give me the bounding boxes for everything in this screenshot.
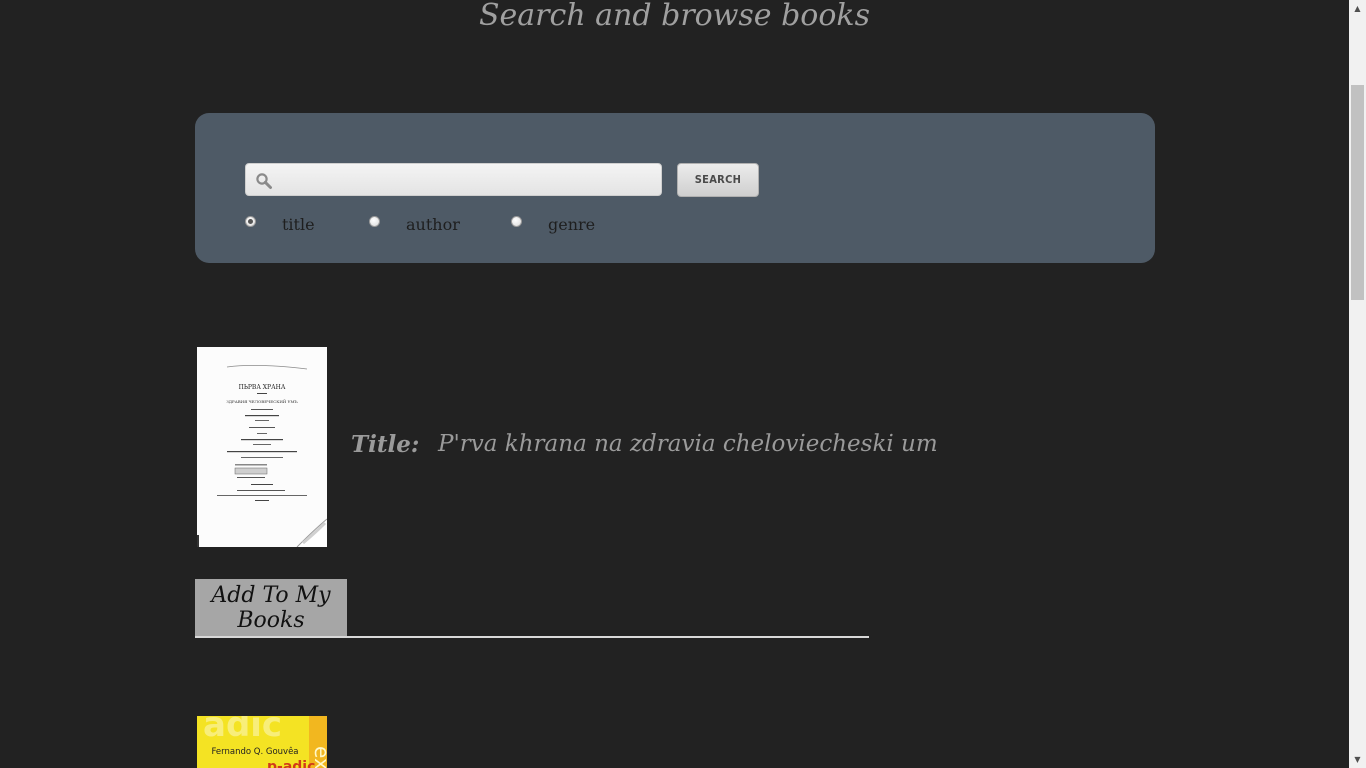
add-to-my-books-button[interactable]: Add To My Books xyxy=(195,579,347,636)
search-icon xyxy=(256,173,272,189)
title-label: Title: xyxy=(351,431,420,458)
cover-author: Fernando Q. Gouvêa xyxy=(211,746,298,757)
book-cover[interactable]: ПЬРВА ХРАНА ЗДРАВИЯ ЧЕЛОВЕЧЕСКИЙ УМЪ xyxy=(197,347,327,547)
radio-genre-label: genre xyxy=(548,215,596,234)
svg-text:p-adic: p-adic xyxy=(267,759,315,768)
book-cover[interactable]: adic ext Fernando Q. Gouvêa p-adic xyxy=(197,716,327,768)
cover-title-line: ПЬРВА ХРАНА xyxy=(239,384,286,391)
search-input[interactable] xyxy=(282,166,656,195)
radio-author[interactable] xyxy=(369,216,380,227)
search-panel: Search title author genre xyxy=(195,113,1155,263)
result-divider xyxy=(195,636,869,638)
page-title: Search and browse books xyxy=(478,0,870,33)
vertical-scrollbar[interactable]: ▲ ▼ xyxy=(1349,0,1366,768)
triangle-down-icon[interactable]: ▼ xyxy=(1349,751,1366,768)
radio-title[interactable] xyxy=(245,216,256,227)
scrollbar-thumb[interactable] xyxy=(1351,85,1364,300)
radio-genre[interactable] xyxy=(511,216,522,227)
cover-subtitle-line: ЗДРАВИЯ ЧЕЛОВЕЧЕСКИЙ УМЪ xyxy=(226,399,298,404)
book-cover-image: adic ext Fernando Q. Gouvêa p-adic xyxy=(197,716,327,768)
search-button[interactable]: Search xyxy=(677,163,759,197)
search-box[interactable] xyxy=(245,163,662,196)
book-cover-image: ПЬРВА ХРАНА ЗДРАВИЯ ЧЕЛОВЕЧЕСКИЙ УМЪ xyxy=(197,347,327,547)
page-viewport: Search and browse books Search title aut… xyxy=(0,0,1349,768)
radio-title-label: title xyxy=(282,215,315,234)
book-title: P'rva khrana na zdravia cheloviecheski u… xyxy=(438,431,938,457)
triangle-up-icon[interactable]: ▲ xyxy=(1349,0,1366,17)
svg-text:adic: adic xyxy=(203,716,282,745)
radio-author-label: author xyxy=(406,215,460,234)
